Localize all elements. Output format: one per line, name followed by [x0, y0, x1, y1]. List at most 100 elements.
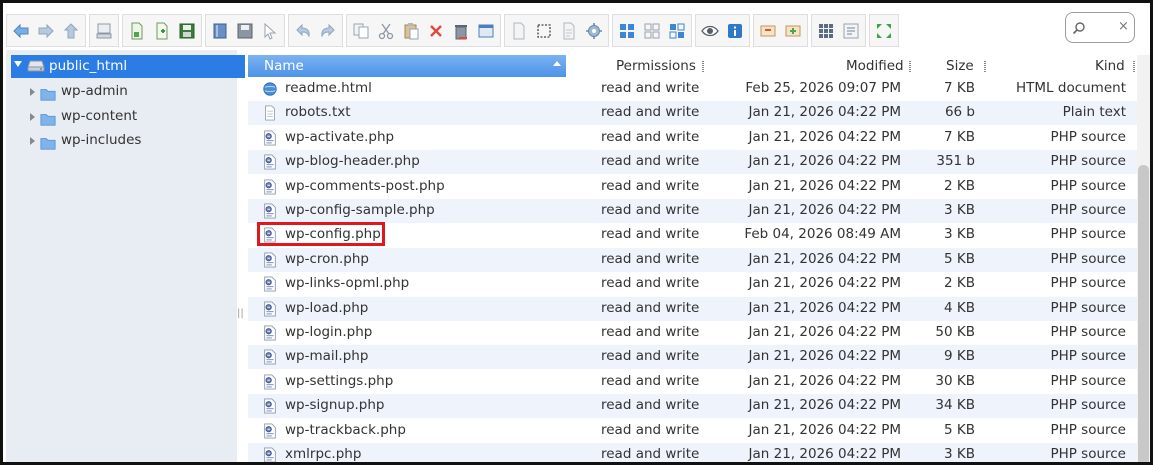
blank-page-icon [513, 22, 525, 39]
file-row[interactable]: wp-signup.php read and write Jan 21, 2026 … [248, 394, 1137, 419]
file-size: 50 KB [935, 324, 975, 340]
toolbar-group [753, 14, 808, 47]
select-icon [537, 23, 551, 38]
save-button[interactable] [175, 19, 199, 43]
fullscreen-button[interactable] [872, 19, 896, 43]
file-name: wp-blog-header.php [285, 153, 420, 170]
extract-button[interactable] [756, 19, 780, 43]
file-row[interactable]: wp-mail.php read and write Jan 21, 2026 04… [248, 345, 1137, 370]
cursor-button[interactable] [258, 19, 282, 43]
tree-item-wp-admin[interactable]: wp-admin [6, 81, 236, 103]
file-row[interactable]: wp-links-opml.php read and write Jan 21, 2… [248, 272, 1137, 296]
thumbnails-button[interactable] [814, 19, 838, 43]
arrow-up-button[interactable] [59, 19, 83, 43]
computer-button[interactable] [92, 19, 116, 43]
trash-button[interactable] [449, 19, 473, 43]
file-row[interactable]: wp-settings.php read and write Jan 21, 202… [248, 370, 1137, 394]
copy-icon [353, 23, 369, 38]
tiles-view-icon [669, 23, 685, 38]
file-row[interactable]: wp-comments-post.php read and write Jan 21… [248, 175, 1137, 199]
tiles-view-button[interactable] [665, 19, 689, 43]
page-button[interactable] [557, 19, 581, 43]
expanded-arrow-icon[interactable] [14, 61, 22, 67]
tree-item-label: wp-includes [61, 132, 142, 148]
disk-button[interactable] [233, 19, 257, 43]
file-row[interactable]: readme.html read and write Feb 25, 2026 09… [248, 77, 1137, 101]
collapsed-arrow-icon[interactable] [30, 137, 35, 145]
scrollbar-thumb[interactable] [1138, 165, 1149, 462]
file-row[interactable]: wp-activate.php read and write Jan 21, 202… [248, 126, 1137, 150]
file-name: wp-trackback.php [285, 421, 406, 438]
book-button[interactable] [208, 19, 232, 43]
column-resize-handle[interactable] [1133, 61, 1135, 72]
column-modified-header[interactable]: Modified [846, 58, 904, 74]
arrow-right-button[interactable] [34, 19, 58, 43]
column-name-header[interactable]: Name [248, 55, 566, 77]
cut-button[interactable] [374, 19, 398, 43]
php-file-icon [264, 301, 276, 317]
tree-item-wp-content[interactable]: wp-content [6, 106, 236, 128]
file-row[interactable]: robots.txt read and write Jan 21, 2026 04:… [248, 101, 1137, 126]
column-size-header[interactable]: Size [946, 58, 974, 74]
file-size: 2 KB [944, 177, 975, 194]
file-row[interactable]: wp-load.php read and write Jan 21, 2026 04… [248, 296, 1137, 321]
file-row[interactable]: xmlrpc.php read and write Jan 21, 2026 04:… [248, 443, 1137, 462]
thumbnails-icon [819, 23, 833, 38]
extract-icon [760, 25, 776, 36]
paste-button[interactable] [399, 19, 423, 43]
file-row[interactable]: wp-login.php read and write Jan 21, 2026 0… [248, 321, 1137, 345]
grid-view-button[interactable] [615, 19, 639, 43]
file-row[interactable]: wp-config-sample.php read and write Jan 21… [248, 199, 1137, 223]
add-file-icon [156, 22, 168, 39]
column-resize-handle[interactable] [984, 61, 986, 72]
column-resize-handle[interactable] [702, 61, 704, 72]
eye-button[interactable] [698, 19, 722, 43]
tree-item-wp-includes[interactable]: wp-includes [6, 130, 236, 152]
delete-button[interactable] [424, 19, 448, 43]
redo-button[interactable] [316, 19, 340, 43]
archive-button[interactable] [781, 19, 805, 43]
file-kind: PHP source [1050, 372, 1126, 389]
search-box[interactable]: × [1065, 12, 1135, 43]
file-row[interactable]: wp-cron.php read and write Jan 21, 2026 04… [248, 247, 1137, 272]
info-button[interactable] [723, 19, 747, 43]
vertical-scrollbar[interactable] [1137, 55, 1150, 462]
search-input[interactable] [1090, 17, 1116, 37]
file-row[interactable]: wp-config.php read and write Feb 04, 2026 … [248, 222, 1137, 247]
text-button[interactable] [839, 19, 863, 43]
new-file-button[interactable] [125, 19, 149, 43]
collapsed-arrow-icon[interactable] [30, 88, 35, 96]
column-permissions-header[interactable]: Permissions [616, 58, 696, 74]
file-size: 66 b [944, 104, 975, 121]
file-row[interactable]: wp-trackback.php read and write Jan 21, 20… [248, 419, 1137, 443]
file-size: 3 KB [944, 202, 975, 218]
toolbar-group [205, 14, 285, 47]
file-row[interactable]: wp-blog-header.php read and write Jan 21, … [248, 150, 1137, 175]
redo-icon [321, 23, 335, 38]
undo-button[interactable] [291, 19, 315, 43]
tree-root-public-html[interactable]: public_html [11, 55, 245, 78]
column-kind-header[interactable]: Kind [1095, 58, 1125, 74]
arrow-left-button[interactable] [9, 19, 33, 43]
add-file-button[interactable] [150, 19, 174, 43]
gear-button[interactable] [582, 19, 606, 43]
column-resize-handle[interactable] [909, 61, 911, 72]
book-icon [213, 23, 227, 38]
pane-splitter-handle[interactable]: || [237, 308, 244, 319]
file-name: wp-cron.php [285, 250, 369, 267]
cut-icon [378, 23, 394, 39]
collapsed-arrow-icon[interactable] [30, 112, 35, 121]
small-grid-button[interactable] [640, 19, 664, 43]
blank-page-button[interactable] [507, 19, 531, 43]
folder-icon [40, 89, 56, 101]
file-list: Name Permissions Modified Size Kind read… [248, 55, 1137, 462]
select-button[interactable] [532, 19, 556, 43]
file-modified: Jan 21, 2026 04:22 PM [748, 128, 902, 145]
toolbar-group [89, 14, 119, 47]
php-file-icon [264, 374, 276, 390]
window-button[interactable] [474, 19, 498, 43]
copy-button[interactable] [349, 19, 373, 43]
search-clear-icon[interactable]: × [1118, 19, 1129, 35]
file-size: 351 b [936, 153, 975, 170]
info-icon [728, 23, 742, 38]
